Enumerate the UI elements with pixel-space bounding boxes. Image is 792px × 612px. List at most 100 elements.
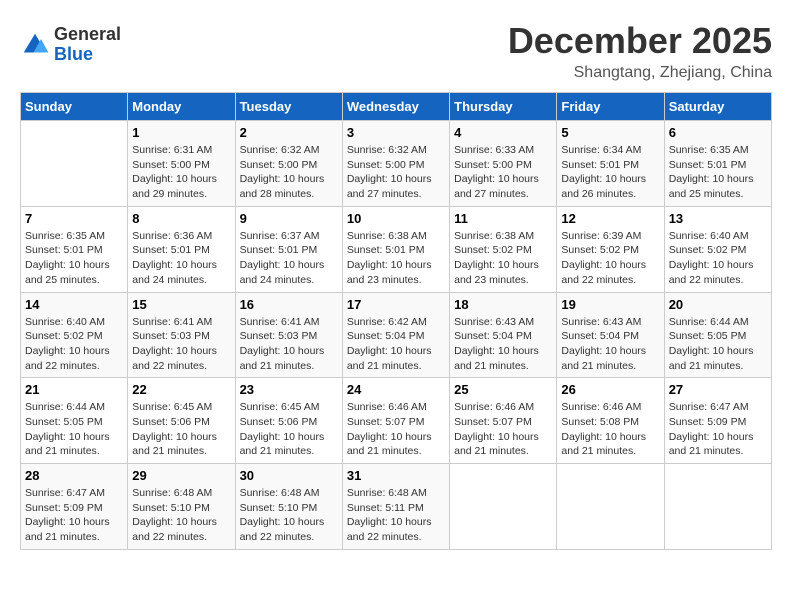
calendar-cell: 23 Sunrise: 6:45 AM Sunset: 5:06 PM Dayli…: [235, 378, 342, 464]
day-number: 18: [454, 297, 552, 312]
day-number: 31: [347, 468, 445, 483]
calendar-week-row: 7 Sunrise: 6:35 AM Sunset: 5:01 PM Daylig…: [21, 206, 772, 292]
day-info: Sunrise: 6:38 AM Sunset: 5:01 PM Dayligh…: [347, 229, 445, 288]
calendar-cell: 15 Sunrise: 6:41 AM Sunset: 5:03 PM Dayli…: [128, 292, 235, 378]
day-info: Sunrise: 6:46 AM Sunset: 5:07 PM Dayligh…: [454, 400, 552, 459]
day-info: Sunrise: 6:31 AM Sunset: 5:00 PM Dayligh…: [132, 143, 230, 202]
weekday-header-cell: Saturday: [664, 93, 771, 121]
day-info: Sunrise: 6:45 AM Sunset: 5:06 PM Dayligh…: [240, 400, 338, 459]
calendar-cell: [21, 121, 128, 207]
day-info: Sunrise: 6:40 AM Sunset: 5:02 PM Dayligh…: [25, 315, 123, 374]
day-number: 27: [669, 382, 767, 397]
day-info: Sunrise: 6:43 AM Sunset: 5:04 PM Dayligh…: [454, 315, 552, 374]
calendar-cell: 21 Sunrise: 6:44 AM Sunset: 5:05 PM Dayli…: [21, 378, 128, 464]
day-number: 10: [347, 211, 445, 226]
calendar-cell: 27Sunrise: 6:47 AM Sunset: 5:09 PM Dayli…: [664, 378, 771, 464]
day-number: 24: [347, 382, 445, 397]
calendar-cell: 6Sunrise: 6:35 AM Sunset: 5:01 PM Daylig…: [664, 121, 771, 207]
calendar-cell: 1 Sunrise: 6:31 AM Sunset: 5:00 PM Daylig…: [128, 121, 235, 207]
page-header: General Blue December 2025 Shangtang, Zh…: [20, 20, 772, 82]
calendar-cell: 4Sunrise: 6:33 AM Sunset: 5:00 PM Daylig…: [450, 121, 557, 207]
day-number: 28: [25, 468, 123, 483]
calendar-cell: [664, 464, 771, 550]
day-number: 23: [240, 382, 338, 397]
calendar-cell: 2 Sunrise: 6:32 AM Sunset: 5:00 PM Daylig…: [235, 121, 342, 207]
calendar-cell: 7 Sunrise: 6:35 AM Sunset: 5:01 PM Daylig…: [21, 206, 128, 292]
location-subtitle: Shangtang, Zhejiang, China: [508, 64, 772, 82]
day-info: Sunrise: 6:46 AM Sunset: 5:07 PM Dayligh…: [347, 400, 445, 459]
title-block: December 2025 Shangtang, Zhejiang, China: [508, 20, 772, 82]
day-info: Sunrise: 6:44 AM Sunset: 5:05 PM Dayligh…: [669, 315, 767, 374]
calendar-cell: 17Sunrise: 6:42 AM Sunset: 5:04 PM Dayli…: [342, 292, 449, 378]
day-number: 13: [669, 211, 767, 226]
day-info: Sunrise: 6:41 AM Sunset: 5:03 PM Dayligh…: [132, 315, 230, 374]
calendar-cell: 8 Sunrise: 6:36 AM Sunset: 5:01 PM Daylig…: [128, 206, 235, 292]
day-info: Sunrise: 6:32 AM Sunset: 5:00 PM Dayligh…: [347, 143, 445, 202]
day-info: Sunrise: 6:38 AM Sunset: 5:02 PM Dayligh…: [454, 229, 552, 288]
day-number: 25: [454, 382, 552, 397]
calendar-cell: 25 Sunrise: 6:46 AM Sunset: 5:07 PM Dayli…: [450, 378, 557, 464]
day-info: Sunrise: 6:48 AM Sunset: 5:11 PM Dayligh…: [347, 486, 445, 545]
day-info: Sunrise: 6:32 AM Sunset: 5:00 PM Dayligh…: [240, 143, 338, 202]
day-number: 17: [347, 297, 445, 312]
day-number: 5: [561, 125, 659, 140]
weekday-header-cell: Wednesday: [342, 93, 449, 121]
day-number: 7: [25, 211, 123, 226]
day-number: 15: [132, 297, 230, 312]
day-info: Sunrise: 6:48 AM Sunset: 5:10 PM Dayligh…: [132, 486, 230, 545]
calendar-cell: 5 Sunrise: 6:34 AM Sunset: 5:01 PM Daylig…: [557, 121, 664, 207]
day-number: 22: [132, 382, 230, 397]
calendar-cell: 12 Sunrise: 6:39 AM Sunset: 5:02 PM Dayli…: [557, 206, 664, 292]
calendar-cell: 18 Sunrise: 6:43 AM Sunset: 5:04 PM Dayli…: [450, 292, 557, 378]
day-info: Sunrise: 6:47 AM Sunset: 5:09 PM Dayligh…: [25, 486, 123, 545]
logo-icon: [20, 30, 50, 60]
weekday-header-cell: Monday: [128, 93, 235, 121]
day-info: Sunrise: 6:33 AM Sunset: 5:00 PM Dayligh…: [454, 143, 552, 202]
day-info: Sunrise: 6:44 AM Sunset: 5:05 PM Dayligh…: [25, 400, 123, 459]
day-number: 30: [240, 468, 338, 483]
day-info: Sunrise: 6:40 AM Sunset: 5:02 PM Dayligh…: [669, 229, 767, 288]
day-number: 12: [561, 211, 659, 226]
calendar-cell: 3 Sunrise: 6:32 AM Sunset: 5:00 PM Daylig…: [342, 121, 449, 207]
day-info: Sunrise: 6:37 AM Sunset: 5:01 PM Dayligh…: [240, 229, 338, 288]
calendar-week-row: 28 Sunrise: 6:47 AM Sunset: 5:09 PM Dayli…: [21, 464, 772, 550]
day-number: 20: [669, 297, 767, 312]
calendar-cell: 14Sunrise: 6:40 AM Sunset: 5:02 PM Dayli…: [21, 292, 128, 378]
day-info: Sunrise: 6:45 AM Sunset: 5:06 PM Dayligh…: [132, 400, 230, 459]
day-info: Sunrise: 6:43 AM Sunset: 5:04 PM Dayligh…: [561, 315, 659, 374]
day-number: 16: [240, 297, 338, 312]
day-number: 3: [347, 125, 445, 140]
month-title: December 2025: [508, 20, 772, 62]
day-number: 21: [25, 382, 123, 397]
calendar-week-row: 14Sunrise: 6:40 AM Sunset: 5:02 PM Dayli…: [21, 292, 772, 378]
calendar-week-row: 21 Sunrise: 6:44 AM Sunset: 5:05 PM Dayli…: [21, 378, 772, 464]
calendar-cell: 24 Sunrise: 6:46 AM Sunset: 5:07 PM Dayli…: [342, 378, 449, 464]
calendar-cell: 13 Sunrise: 6:40 AM Sunset: 5:02 PM Dayli…: [664, 206, 771, 292]
day-info: Sunrise: 6:39 AM Sunset: 5:02 PM Dayligh…: [561, 229, 659, 288]
day-number: 8: [132, 211, 230, 226]
day-info: Sunrise: 6:34 AM Sunset: 5:01 PM Dayligh…: [561, 143, 659, 202]
calendar-cell: [557, 464, 664, 550]
calendar-body: 1 Sunrise: 6:31 AM Sunset: 5:00 PM Daylig…: [21, 121, 772, 550]
weekday-header-cell: Tuesday: [235, 93, 342, 121]
logo-text: General Blue: [54, 25, 121, 65]
day-info: Sunrise: 6:35 AM Sunset: 5:01 PM Dayligh…: [25, 229, 123, 288]
calendar-cell: 11 Sunrise: 6:38 AM Sunset: 5:02 PM Dayli…: [450, 206, 557, 292]
day-info: Sunrise: 6:41 AM Sunset: 5:03 PM Dayligh…: [240, 315, 338, 374]
calendar-cell: 10 Sunrise: 6:38 AM Sunset: 5:01 PM Dayli…: [342, 206, 449, 292]
day-number: 1: [132, 125, 230, 140]
calendar-table: SundayMondayTuesdayWednesdayThursdayFrid…: [20, 92, 772, 550]
logo: General Blue: [20, 25, 121, 65]
calendar-cell: 9 Sunrise: 6:37 AM Sunset: 5:01 PM Daylig…: [235, 206, 342, 292]
weekday-header-cell: Thursday: [450, 93, 557, 121]
day-info: Sunrise: 6:36 AM Sunset: 5:01 PM Dayligh…: [132, 229, 230, 288]
day-number: 11: [454, 211, 552, 226]
day-info: Sunrise: 6:46 AM Sunset: 5:08 PM Dayligh…: [561, 400, 659, 459]
weekday-header-cell: Friday: [557, 93, 664, 121]
day-number: 9: [240, 211, 338, 226]
day-number: 26: [561, 382, 659, 397]
calendar-cell: 22 Sunrise: 6:45 AM Sunset: 5:06 PM Dayli…: [128, 378, 235, 464]
calendar-cell: 20 Sunrise: 6:44 AM Sunset: 5:05 PM Dayli…: [664, 292, 771, 378]
day-number: 2: [240, 125, 338, 140]
weekday-header-cell: Sunday: [21, 93, 128, 121]
